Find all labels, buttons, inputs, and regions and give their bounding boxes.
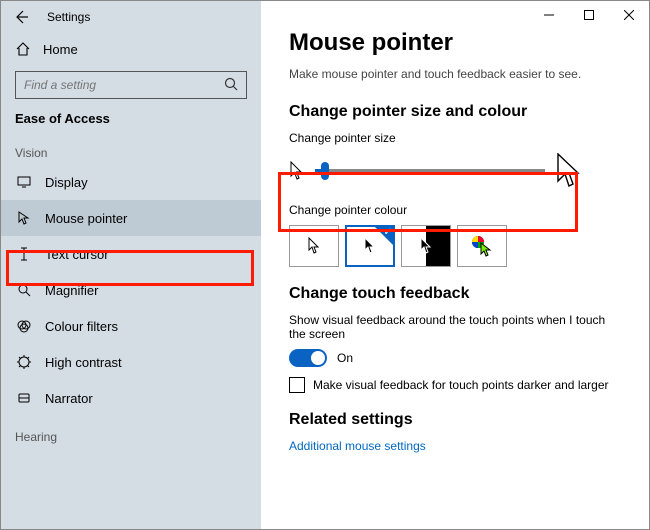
search-input[interactable] bbox=[15, 71, 247, 99]
pointer-colour-inverted[interactable] bbox=[401, 225, 451, 267]
search-field[interactable] bbox=[15, 71, 247, 99]
sidebar-item-mouse-pointer[interactable]: Mouse pointer bbox=[1, 200, 261, 236]
minimize-button[interactable] bbox=[529, 1, 569, 29]
magnifier-icon bbox=[15, 282, 33, 298]
sidebar-home[interactable]: Home bbox=[1, 27, 261, 61]
group-hearing: Hearing bbox=[1, 416, 261, 448]
touch-feedback-toggle[interactable] bbox=[289, 349, 327, 367]
cursor-small-icon bbox=[289, 161, 305, 181]
sidebar-item-high-contrast[interactable]: High contrast bbox=[1, 344, 261, 380]
label-pointer-colour: Change pointer colour bbox=[289, 203, 621, 217]
heading-size-colour: Change pointer size and colour bbox=[289, 103, 621, 121]
pointer-size-slider[interactable] bbox=[315, 169, 545, 173]
section-title: Ease of Access bbox=[1, 103, 261, 132]
sidebar-home-label: Home bbox=[43, 42, 78, 57]
sidebar-label: High contrast bbox=[45, 355, 122, 370]
page-subtitle: Make mouse pointer and touch feedback ea… bbox=[289, 67, 621, 81]
pointer-colour-black[interactable]: ✓ bbox=[345, 225, 395, 267]
high-contrast-icon bbox=[15, 354, 33, 370]
maximize-button[interactable] bbox=[569, 1, 609, 29]
darker-larger-checkbox[interactable] bbox=[289, 377, 305, 393]
sidebar-label: Magnifier bbox=[45, 283, 98, 298]
sidebar-item-narrator[interactable]: Narrator bbox=[1, 380, 261, 416]
back-icon[interactable] bbox=[13, 9, 29, 25]
sidebar-item-text-cursor[interactable]: Text cursor bbox=[1, 236, 261, 272]
checkbox-label: Make visual feedback for touch points da… bbox=[313, 378, 609, 392]
close-button[interactable] bbox=[609, 1, 649, 29]
heading-related: Related settings bbox=[289, 411, 621, 429]
toggle-state: On bbox=[337, 351, 353, 365]
touch-description: Show visual feedback around the touch po… bbox=[289, 313, 621, 341]
pointer-colour-white[interactable] bbox=[289, 225, 339, 267]
cursor-large-icon bbox=[555, 153, 583, 189]
heading-touch: Change touch feedback bbox=[289, 285, 621, 303]
label-pointer-size: Change pointer size bbox=[289, 131, 621, 145]
text-cursor-icon bbox=[15, 246, 33, 262]
sidebar-label: Colour filters bbox=[45, 319, 118, 334]
search-icon bbox=[223, 76, 239, 95]
app-title: Settings bbox=[47, 10, 90, 24]
mouse-pointer-icon bbox=[15, 210, 33, 226]
display-icon bbox=[15, 174, 33, 190]
home-icon bbox=[15, 41, 31, 57]
sidebar-item-magnifier[interactable]: Magnifier bbox=[1, 272, 261, 308]
sidebar-label: Mouse pointer bbox=[45, 211, 127, 226]
group-vision: Vision bbox=[1, 132, 261, 164]
pointer-colour-custom[interactable] bbox=[457, 225, 507, 267]
sidebar-label: Display bbox=[45, 175, 88, 190]
sidebar-item-display[interactable]: Display bbox=[1, 164, 261, 200]
sidebar-item-colour-filters[interactable]: Colour filters bbox=[1, 308, 261, 344]
colour-filters-icon bbox=[15, 318, 33, 334]
slider-thumb[interactable] bbox=[321, 162, 329, 180]
narrator-icon bbox=[15, 390, 33, 406]
sidebar-label: Text cursor bbox=[45, 247, 109, 262]
page-title: Mouse pointer bbox=[289, 29, 621, 57]
sidebar-label: Narrator bbox=[45, 391, 93, 406]
link-additional-mouse[interactable]: Additional mouse settings bbox=[289, 439, 621, 453]
